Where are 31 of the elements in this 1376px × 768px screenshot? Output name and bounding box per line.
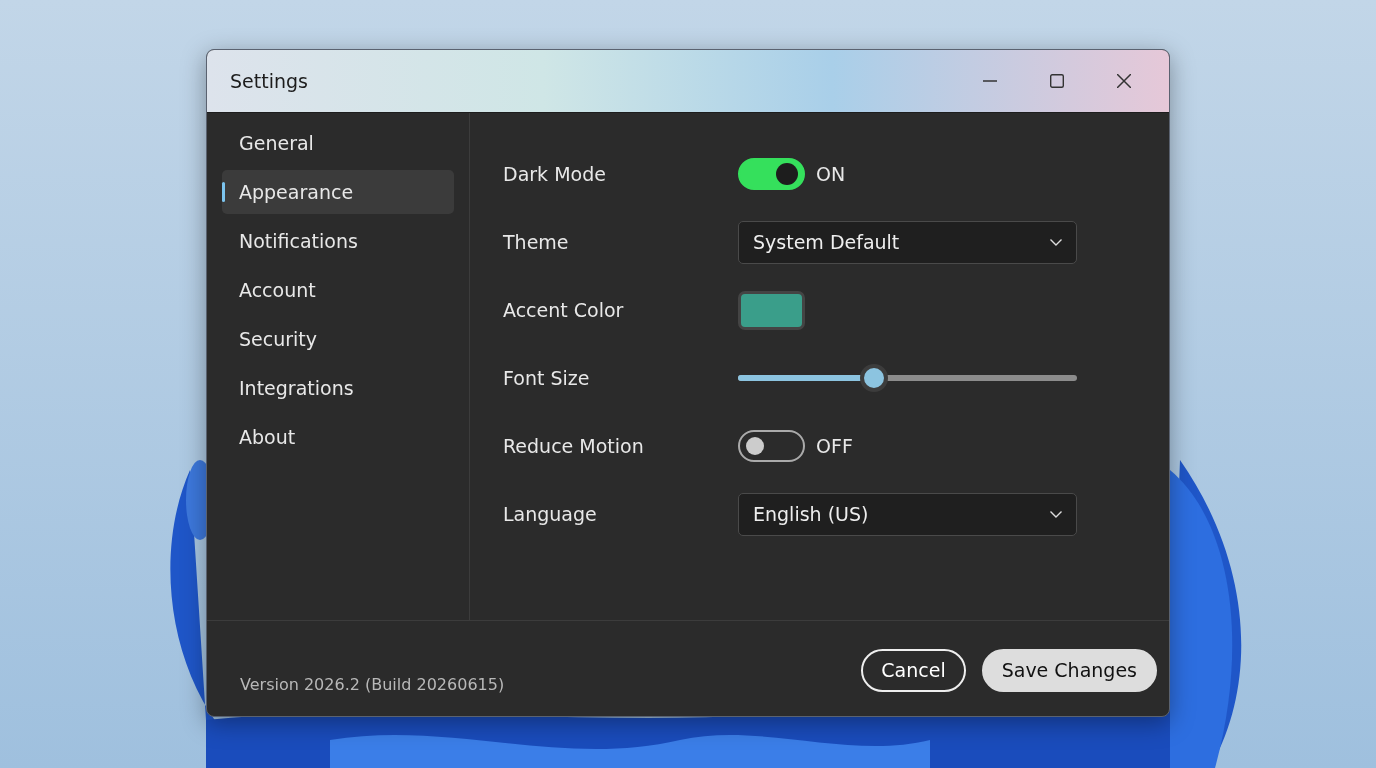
- sidebar-item[interactable]: General: [222, 121, 454, 165]
- toggle-switch[interactable]: [738, 158, 805, 190]
- setting-label: Accent Color: [503, 299, 625, 321]
- setting-label: Font Size: [503, 367, 591, 389]
- sidebar-item[interactable]: About: [222, 415, 454, 459]
- setting-label: Dark Mode: [503, 163, 607, 185]
- dropdown[interactable]: English (US): [738, 492, 1077, 536]
- minimize-icon: [982, 80, 997, 82]
- toggle-state-text: ON: [816, 163, 846, 185]
- cancel-button[interactable]: Cancel: [861, 648, 966, 692]
- close-icon: [1116, 74, 1131, 88]
- sidebar-item[interactable]: Account: [222, 268, 454, 312]
- chevron-down-icon: [1050, 238, 1062, 246]
- setting-label: Theme: [503, 231, 570, 253]
- toggle-state-text: OFF: [816, 435, 853, 457]
- toggle-switch[interactable]: [738, 430, 805, 462]
- setting-label: Reduce Motion: [503, 435, 645, 457]
- color-swatch[interactable]: [738, 290, 805, 330]
- sidebar-item[interactable]: Security: [222, 317, 454, 361]
- sidebar-item[interactable]: Integrations: [222, 366, 454, 410]
- slider-thumb[interactable]: [859, 364, 888, 392]
- sidebar-item[interactable]: Appearance: [222, 170, 454, 214]
- sidebar-item[interactable]: Notifications: [222, 219, 454, 263]
- chevron-down-icon: [1050, 510, 1062, 518]
- dropdown[interactable]: System Default: [738, 220, 1077, 264]
- slider[interactable]: [738, 364, 1077, 392]
- save-button[interactable]: Save Changes: [981, 648, 1157, 692]
- window-title: Settings: [230, 70, 309, 92]
- setting-label: Language: [503, 503, 598, 525]
- maximize-icon: [1049, 74, 1064, 88]
- version-text: Version 2026.2 (Build 20260615): [240, 674, 506, 694]
